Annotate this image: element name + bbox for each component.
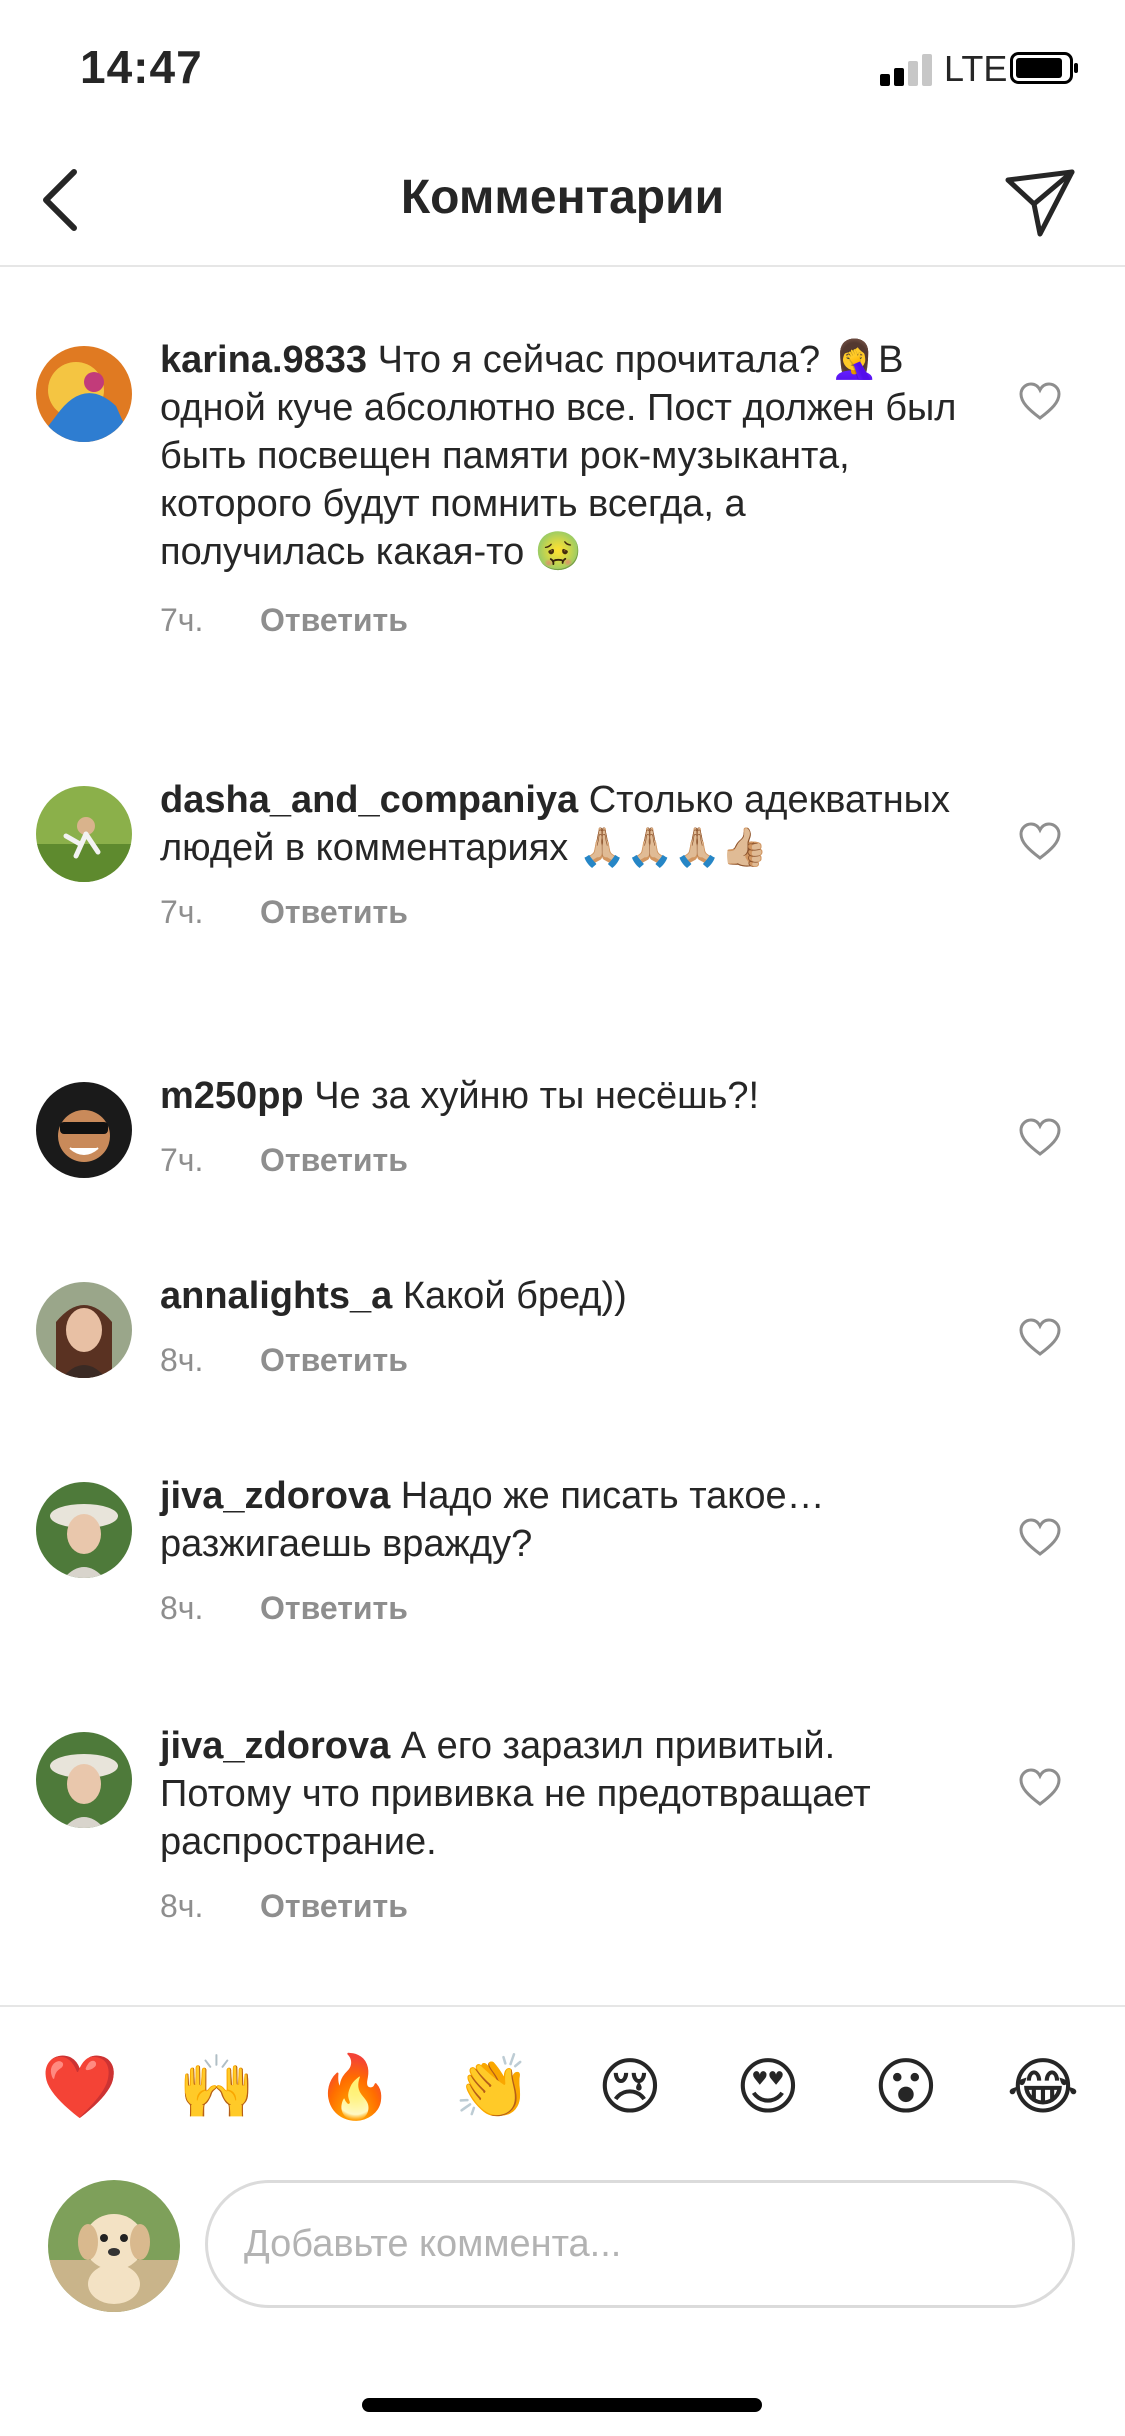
comment-message: Какой бред)) xyxy=(402,1275,627,1317)
emoji-laughing-button[interactable]: 😂 xyxy=(1003,2047,1083,2127)
comment-text: karina.9833 Что я сейчас прочитала? 🤦‍♀️… xyxy=(160,336,960,576)
comment-time: 8ч. xyxy=(160,1590,204,1626)
comment-meta: 8ч. Ответить xyxy=(160,1888,960,1925)
comment-item: m250pp Че за хуйню ты несёшь?! 7ч. Ответи… xyxy=(0,1026,1125,1226)
comment-item: dasha_and_companiya Столько адекватных л… xyxy=(0,730,1125,1026)
avatar[interactable] xyxy=(36,1082,132,1178)
comment-username[interactable]: m250pp xyxy=(160,1075,304,1117)
comment-time: 7ч. xyxy=(160,894,204,930)
status-time: 14:47 xyxy=(80,41,203,93)
emoji-fire-button[interactable]: 🔥 xyxy=(315,2047,395,2127)
avatar[interactable] xyxy=(36,1732,132,1828)
comment-time: 7ч. xyxy=(160,1142,204,1178)
battery-icon xyxy=(1010,52,1078,84)
comment-input[interactable] xyxy=(205,2180,1075,2308)
page-title: Комментарии xyxy=(400,171,725,224)
avatar[interactable] xyxy=(36,786,132,882)
heart-icon[interactable] xyxy=(1018,1518,1062,1558)
comment-meta: 8ч. Ответить xyxy=(160,1590,960,1627)
status-bar: 14:47 LTE xyxy=(0,0,1125,140)
header: Комментарии xyxy=(0,140,1125,267)
comment-time: 7ч. xyxy=(160,602,204,638)
comment-username[interactable]: jiva_zdorova xyxy=(160,1475,390,1517)
comment-time: 8ч. xyxy=(160,1888,204,1924)
direct-send-icon[interactable] xyxy=(1000,162,1080,242)
reply-button[interactable]: Ответить xyxy=(260,894,408,930)
heart-icon[interactable] xyxy=(1018,1768,1062,1808)
emoji-heart-button[interactable]: ❤️ xyxy=(40,2047,120,2127)
heart-icon[interactable] xyxy=(1018,382,1062,422)
comment-username[interactable]: karina.9833 xyxy=(160,339,367,381)
comments-list: karina.9833 Что я сейчас прочитала? 🤦‍♀️… xyxy=(0,290,1125,1976)
comment-time: 8ч. xyxy=(160,1342,204,1378)
reply-button[interactable]: Ответить xyxy=(260,602,408,638)
emoji-surprised-button[interactable]: 😮 xyxy=(866,2047,946,2127)
comment-text: m250pp Че за хуйню ты несёшь?! xyxy=(160,1072,960,1120)
heart-icon[interactable] xyxy=(1018,1318,1062,1358)
avatar[interactable] xyxy=(36,1282,132,1378)
reply-button[interactable]: Ответить xyxy=(260,1342,408,1378)
comment-text: annalights_a Какой бред)) xyxy=(160,1272,960,1320)
avatar[interactable] xyxy=(36,1482,132,1578)
comment-meta: 7ч. Ответить xyxy=(160,1142,960,1179)
comment-meta: 8ч. Ответить xyxy=(160,1342,960,1379)
reply-button[interactable]: Ответить xyxy=(260,1590,408,1626)
heart-icon[interactable] xyxy=(1018,1118,1062,1158)
comment-text: dasha_and_companiya Столько адекватных л… xyxy=(160,776,960,872)
comment-message: Че за хуйню ты несёшь?! xyxy=(314,1075,760,1117)
comment-text: jiva_zdorova А его заразил привитый. Пот… xyxy=(160,1722,960,1866)
emoji-heart-eyes-button[interactable]: 😍 xyxy=(728,2047,808,2127)
home-indicator xyxy=(362,2398,762,2412)
comment-item: annalights_a Какой бред)) 8ч. Ответить xyxy=(0,1226,1125,1426)
reply-button[interactable]: Ответить xyxy=(260,1888,408,1924)
network-type: LTE xyxy=(944,48,1008,89)
comment-text: jiva_zdorova Надо же писать такое… разжи… xyxy=(160,1472,960,1568)
emoji-crying-button[interactable]: 😢 xyxy=(590,2047,670,2127)
comment-item: karina.9833 Что я сейчас прочитала? 🤦‍♀️… xyxy=(0,290,1125,730)
current-user-avatar xyxy=(48,2180,180,2312)
comment-meta: 7ч. Ответить xyxy=(160,602,960,639)
emoji-raised-hands-button[interactable]: 🙌 xyxy=(177,2047,257,2127)
quick-emoji-bar: ❤️ 🙌 🔥 👏 😢 😍 😮 😂 xyxy=(0,2005,1125,2167)
comment-item: jiva_zdorova А его заразил привитый. Пот… xyxy=(0,1676,1125,1976)
comment-username[interactable]: jiva_zdorova xyxy=(160,1725,390,1767)
avatar[interactable] xyxy=(36,346,132,442)
heart-icon[interactable] xyxy=(1018,822,1062,862)
comment-meta: 7ч. Ответить xyxy=(160,894,960,931)
cellular-signal-icon xyxy=(880,52,936,86)
reply-button[interactable]: Ответить xyxy=(260,1142,408,1178)
comment-username[interactable]: dasha_and_companiya xyxy=(160,779,578,821)
emoji-clap-button[interactable]: 👏 xyxy=(453,2047,533,2127)
comment-item: jiva_zdorova Надо же писать такое… разжи… xyxy=(0,1426,1125,1676)
comment-username[interactable]: annalights_a xyxy=(160,1275,392,1317)
